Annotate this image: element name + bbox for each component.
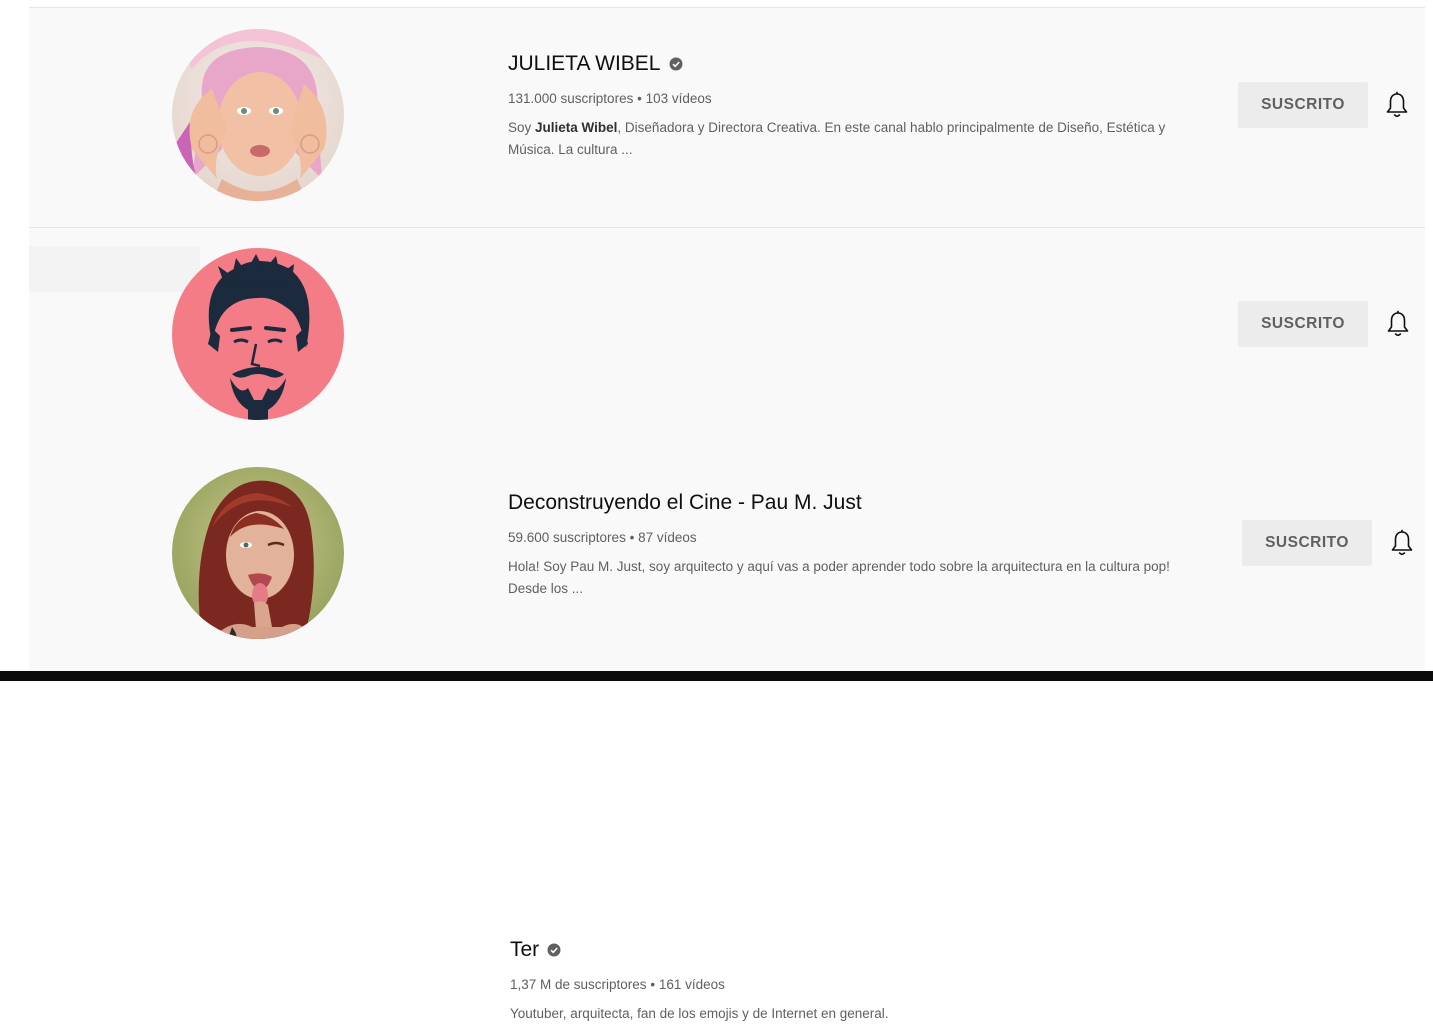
notification-bell-button[interactable] [1384,91,1410,119]
stats-separator: • [650,977,656,992]
verified-check-icon [547,943,561,957]
notification-bell-button[interactable] [1385,310,1411,338]
channel-description: Youtuber, arquitecta, fan de los emojis … [510,1006,889,1021]
notification-bell-icon [1386,91,1408,118]
notification-bell-button[interactable] [1389,529,1415,557]
bottom-edge-bar [0,671,1433,681]
description-highlight: Julieta Wibel [535,120,618,135]
verified-check-icon [669,57,682,71]
subscribed-button[interactable]: SUSCRITO [1242,520,1372,566]
channel-list: JULIETA WIBEL 131.000 suscriptores • 103… [29,7,1425,1021]
channel-avatar[interactable] [172,467,344,639]
avatar-illustration-pau-icon [172,248,344,420]
channel-info: JULIETA WIBEL 131.000 suscriptores • 103… [508,50,1188,161]
channel-avatar[interactable] [172,248,344,420]
avatar-photo-julieta-icon [172,29,344,201]
video-count: 161 vídeos [658,977,725,992]
avatar-photo-ter-icon [172,467,344,639]
notification-bell-icon [1387,310,1409,337]
channel-name[interactable]: JULIETA WIBEL [508,50,661,78]
subscriber-count: 1,37 M de suscriptores [510,977,647,992]
channel-row: Ter 1,37 M de suscriptores • 161 vídeos … [29,447,1425,1021]
stats-separator: • [637,91,642,106]
channel-description: Soy Julieta Wibel, Diseñadora y Director… [508,120,1166,157]
channel-name[interactable]: Ter [510,936,539,964]
subscribed-button[interactable]: SUSCRITO [1238,82,1368,128]
hover-highlight [29,246,200,292]
channel-avatar[interactable] [172,29,344,201]
channel-stats: 131.000 suscriptores • 103 vídeos [508,90,1188,108]
channel-stats: 1,37 M de suscriptores • 161 vídeos [510,976,1190,994]
video-count: 103 vídeos [645,91,712,106]
channel-row: JULIETA WIBEL 131.000 suscriptores • 103… [29,7,1425,228]
subscriber-count: 131.000 suscriptores [508,91,634,106]
subscribed-button[interactable]: SUSCRITO [1238,301,1368,347]
notification-bell-icon [1391,529,1413,556]
channel-info: Ter 1,37 M de suscriptores • 161 vídeos … [510,936,1190,1025]
channel-row: Deconstruyendo el Cine - Pau M. Just 59.… [29,227,1425,596]
